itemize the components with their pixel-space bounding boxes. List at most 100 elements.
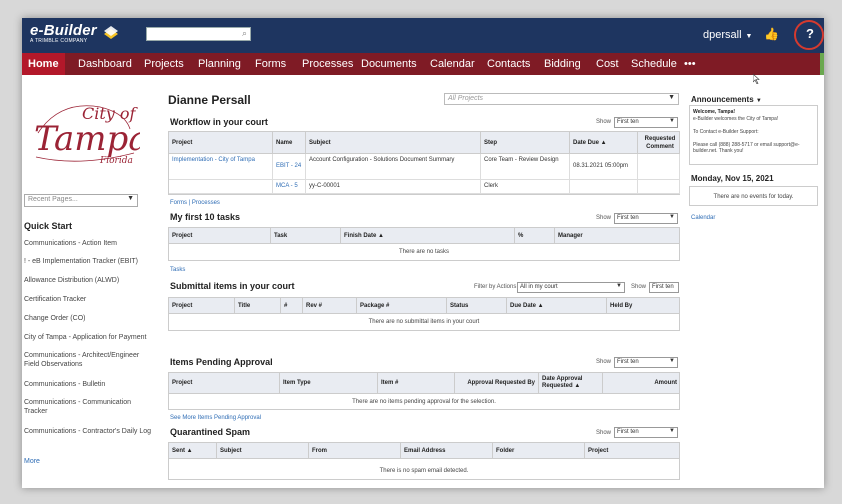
page-title: Dianne Persall [168,93,251,107]
empty-message: There are no tasks [398,249,450,255]
column-header[interactable]: Project [169,298,235,314]
workflow-table: Project Name Subject Step Date Due ▲ Req… [168,131,680,195]
nav-schedule[interactable]: Schedule [631,53,677,75]
column-header[interactable]: Step [481,132,570,154]
column-header[interactable]: Name [273,132,306,154]
column-header[interactable]: Held By [607,298,680,314]
chevron-down-icon: ▼ [669,428,675,434]
nav-documents[interactable]: Documents [361,53,417,75]
tasks-link[interactable]: Tasks [170,267,185,273]
spam-show-select[interactable]: First ten ▼ [614,427,678,438]
announcements-label: Announcements [691,95,754,104]
table-cell: Account Configuration - Solutions Docume… [306,154,481,180]
spam-title: Quarantined Spam [170,427,251,437]
recent-pages-select[interactable]: Recent Pages... ▼ [24,194,138,207]
quick-start-item[interactable]: Allowance Distribution (ALWD) [24,276,152,285]
nav-dashboard[interactable]: Dashboard [78,53,132,75]
quick-start-item[interactable]: Communications - Bulletin [24,380,152,389]
column-header[interactable]: From [309,443,401,459]
support-text: Please call (888) 288-5717 or email supp… [693,141,800,155]
table-cell: Core Team - Review Design [481,154,570,180]
nav-projects[interactable]: Projects [144,53,184,75]
column-header[interactable]: Project [169,132,273,154]
submittals-filter-select[interactable]: All in my court ▼ [517,282,625,293]
nav-forms[interactable]: Forms [255,53,286,75]
table-cell[interactable]: MCA - 5 [273,180,306,194]
table-cell[interactable]: Implementation - City of Tampa [169,154,273,180]
table-row: MCA - 5 yy-C-00001 Clerk [169,180,680,194]
column-header[interactable]: Subject [306,132,481,154]
quick-start-item[interactable]: City of Tampa - Application for Payment [24,333,152,342]
column-header[interactable]: Subject [217,443,309,459]
column-header[interactable]: Title [235,298,281,314]
quick-start-item[interactable]: Communications - Communication Tracker [24,398,152,416]
feedback-icons[interactable]: 👍 [764,27,779,41]
column-header[interactable]: Sent ▲ [169,443,217,459]
column-header[interactable]: Date Due ▲ [570,132,638,154]
pending-show-select[interactable]: First ten ▼ [614,357,678,368]
nav-home[interactable]: Home [22,53,65,75]
quick-start-item[interactable]: Communications - Contractor's Daily Log [24,427,152,436]
tasks-show-select[interactable]: First ten ▼ [614,213,678,224]
column-header[interactable]: Task [271,228,341,244]
see-more-pending-link[interactable]: See More Items Pending Approval [170,415,261,421]
table-header: Project Item Type Item # Approval Reques… [169,373,679,394]
nav-calendar[interactable]: Calendar [430,53,475,75]
nav-processes[interactable]: Processes [302,53,353,75]
nav-more[interactable]: ••• [684,53,696,75]
column-header[interactable]: Folder [493,443,585,459]
chevron-down-icon: ▼ [669,214,675,220]
chevron-down-icon: ▼ [745,33,753,40]
submittals-title: Submittal items in your court [170,281,295,291]
column-header[interactable]: Status [447,298,507,314]
column-header[interactable]: # [281,298,303,314]
user-menu[interactable]: dpersall ▼ [703,29,752,41]
nav-contacts[interactable]: Contacts [487,53,530,75]
nav-planning[interactable]: Planning [198,53,241,75]
column-header[interactable]: Due Date ▲ [507,298,607,314]
column-header[interactable]: Manager [555,228,680,244]
ebuilder-logo[interactable]: e-Builder A TRIMBLE COMPANY [30,22,97,44]
column-header[interactable]: Project [585,443,680,459]
quick-start-item[interactable]: Communications - Action Item [24,239,152,248]
quick-start-item[interactable]: ! - eB Implementation Tracker (EBIT) [24,257,152,266]
chevron-down-icon: ▼ [127,195,134,202]
column-header[interactable]: Item # [378,373,455,394]
table-header: Project Title # Rev # Package # Status D… [169,298,679,314]
column-header[interactable]: Project [169,373,280,394]
table-cell: Clerk [481,180,570,194]
table-cell[interactable]: EBIT - 24 [273,154,306,180]
forms-processes-link[interactable]: Forms | Processes [170,200,220,206]
column-header[interactable]: Email Address [401,443,493,459]
table-header: Project Name Subject Step Date Due ▲ Req… [169,132,680,154]
column-header[interactable]: Date Approval Requested ▲ [539,373,603,394]
calendar-link[interactable]: Calendar [691,215,715,221]
column-header[interactable]: Rev # [303,298,357,314]
column-header[interactable]: Item Type [280,373,378,394]
nav-cost[interactable]: Cost [596,53,619,75]
global-search-input[interactable]: ⌕ [146,27,251,41]
column-header[interactable]: Approval Requested By [455,373,539,394]
filter-value: All in my court [520,284,558,290]
search-icon[interactable]: ⌕ [242,28,247,39]
chevron-down-icon: ▼ [669,118,675,124]
show-value: First ten [617,429,639,435]
announcements-title[interactable]: Announcements ▼ [691,95,762,104]
quick-start-item[interactable]: Change Order (CO) [24,314,152,323]
column-header[interactable]: Package # [357,298,447,314]
workflow-show-select[interactable]: First ten ▼ [614,117,678,128]
nav-bidding[interactable]: Bidding [544,53,581,75]
quick-start-item[interactable]: Certification Tracker [24,295,152,304]
thumbs-up-icon[interactable]: 👍 [764,27,779,41]
column-header[interactable]: Project [169,228,271,244]
column-header[interactable]: % [515,228,555,244]
column-header[interactable]: Finish Date ▲ [341,228,515,244]
column-header[interactable]: Amount [603,373,680,394]
quick-start-more-link[interactable]: More [24,457,152,466]
project-filter-select[interactable]: All Projects ▼ [444,93,679,105]
chevron-down-icon: ▼ [668,94,675,101]
submittals-show-select[interactable]: First ten [649,282,679,293]
quick-start-item[interactable]: Communications - Architect/Engineer Fiel… [24,351,152,369]
column-header[interactable]: Requested Comment [638,132,680,154]
contact-text: To Contact e-Builder Support: [693,128,759,135]
